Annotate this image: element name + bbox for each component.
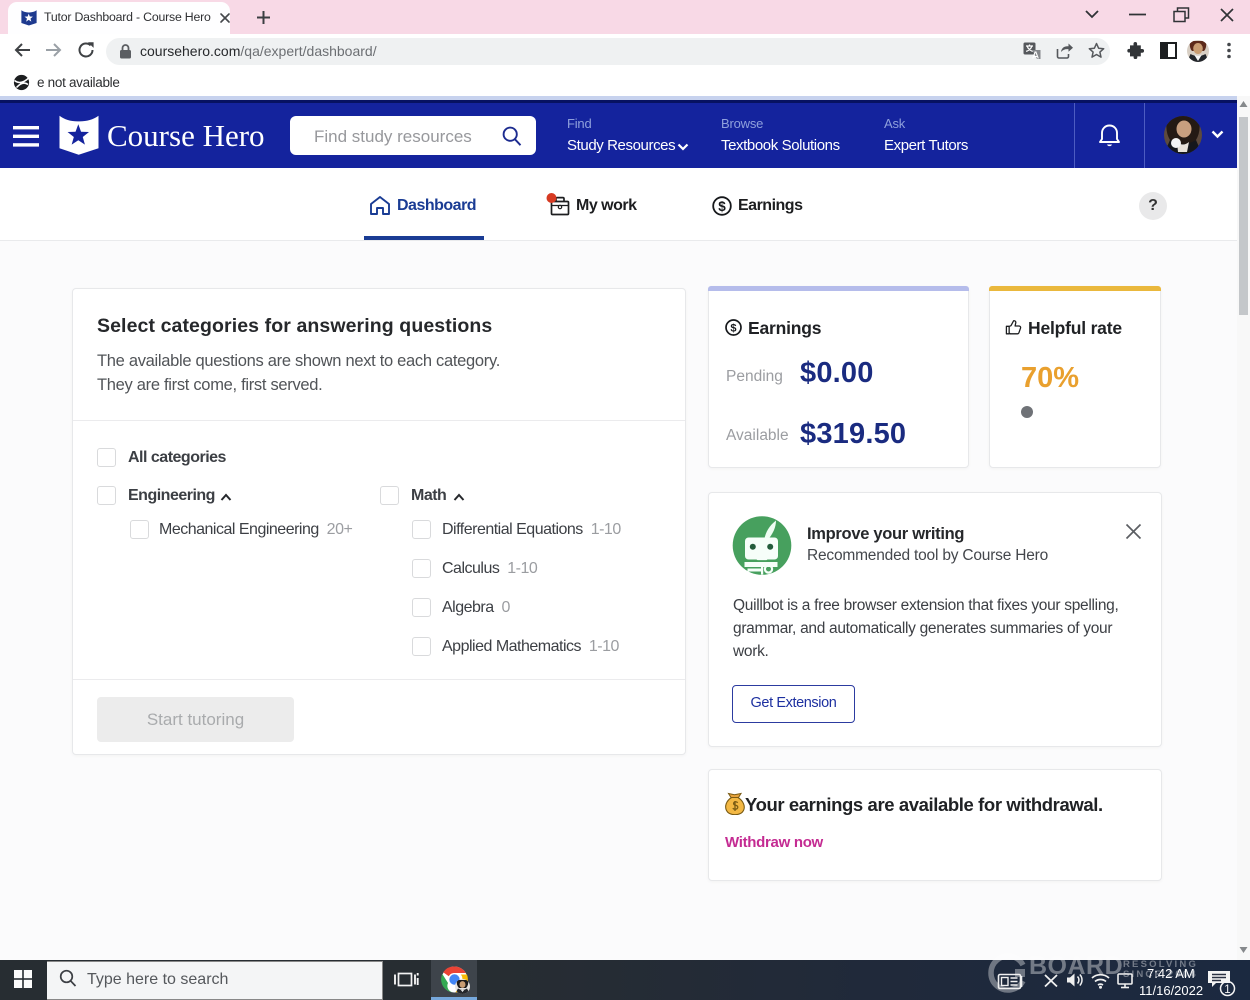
svg-text:$: $ — [718, 199, 726, 214]
svg-text:1: 1 — [1224, 984, 1230, 996]
svg-text:$: $ — [730, 323, 736, 335]
